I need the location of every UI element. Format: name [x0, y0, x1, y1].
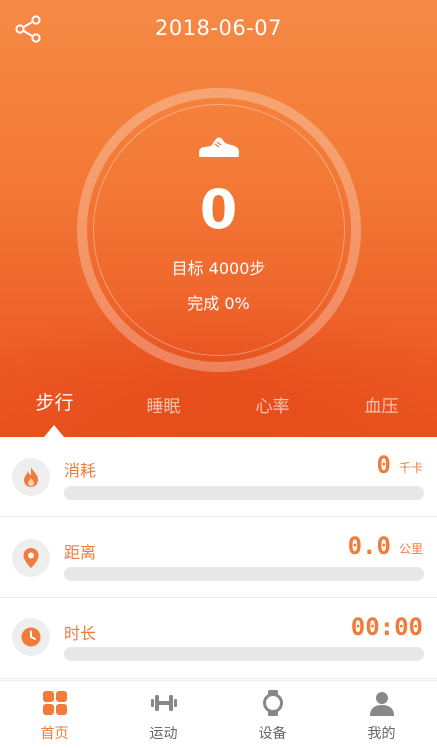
- location-pin-icon-badge: [12, 539, 50, 577]
- activity-tabs: 步行 睡眠 心率 血压: [0, 388, 437, 428]
- metric-label: 消耗: [64, 461, 97, 480]
- clock-icon-badge: [12, 618, 50, 656]
- metric-value: 0.0: [347, 532, 391, 560]
- steps-count: 0: [199, 178, 238, 241]
- home-grid-icon: [43, 691, 67, 715]
- metric-label: 时长: [64, 624, 97, 643]
- dumbbell-icon: [151, 695, 177, 711]
- nav-label: 运动: [149, 726, 178, 742]
- location-pin-icon: [23, 548, 39, 568]
- nav-item-sports[interactable]: 运动: [109, 681, 218, 748]
- shoe-icon: [199, 137, 239, 157]
- metric-unit: 千卡: [398, 461, 423, 475]
- flame-icon: [24, 467, 38, 487]
- clock-icon: [21, 627, 41, 647]
- metric-row-calories[interactable]: 消耗 0 千卡: [0, 437, 437, 517]
- profile-icon: [370, 692, 394, 716]
- date-title[interactable]: 2018-06-07: [0, 16, 437, 40]
- watch-icon: [263, 690, 283, 716]
- progress-bar: [64, 567, 424, 581]
- tab-blood-pressure[interactable]: 血压: [327, 392, 436, 417]
- nav-item-profile[interactable]: 我的: [327, 681, 436, 748]
- progress-bar: [64, 647, 424, 661]
- active-tab-pointer: [44, 425, 64, 437]
- tab-walking[interactable]: 步行: [0, 388, 109, 415]
- tab-heart-rate[interactable]: 心率: [218, 392, 327, 417]
- metric-value: 00:00: [350, 613, 423, 641]
- nav-label: 我的: [367, 726, 396, 742]
- bottom-navigation: 首页 运动 设备 我的: [0, 680, 437, 748]
- metric-label: 距离: [64, 543, 97, 562]
- nav-label: 设备: [258, 726, 287, 742]
- nav-item-home[interactable]: 首页: [0, 681, 109, 748]
- metric-value: 0: [376, 451, 391, 479]
- completion-percent: 完成 0%: [187, 294, 250, 313]
- metric-unit: 公里: [398, 542, 423, 556]
- step-target: 目标 4000步: [171, 259, 266, 278]
- progress-bar: [64, 486, 424, 500]
- nav-item-device[interactable]: 设备: [218, 681, 327, 748]
- tab-sleep[interactable]: 睡眠: [109, 392, 218, 417]
- metric-row-duration[interactable]: 时长 00:00: [0, 599, 437, 679]
- metric-row-distance[interactable]: 距离 0.0 公里: [0, 518, 437, 598]
- flame-icon-badge: [12, 458, 50, 496]
- nav-label: 首页: [40, 726, 69, 742]
- hero-panel: 2018-06-07 0 目标 4000步 完成 0% 步行 睡眠 心率 血压: [0, 0, 437, 437]
